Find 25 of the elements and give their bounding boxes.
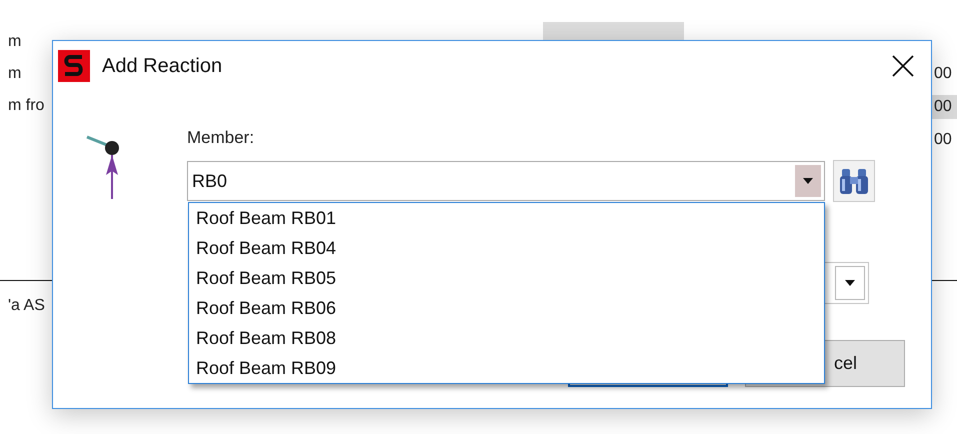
dropdown-option[interactable]: Roof Beam RB04 [189,233,824,263]
dialog-title: Add Reaction [102,54,224,78]
member-input[interactable]: RB0 [192,170,795,192]
dropdown-button[interactable] [835,266,865,300]
search-button[interactable] [833,160,875,202]
caret-icon [803,178,813,184]
background-text: 00 [933,64,953,84]
background-text: 'a AS [8,296,45,316]
background-text: 00 [933,130,953,150]
dropdown-option[interactable]: Roof Beam RB01 [189,203,824,233]
dropdown-option[interactable]: Roof Beam RB09 [189,353,824,383]
dropdown-option[interactable]: Roof Beam RB05 [189,263,824,293]
binoculars-icon [839,167,869,195]
member-label: Member: [187,128,254,148]
caret-icon [845,280,855,286]
close-icon [892,55,914,77]
dropdown-button[interactable] [795,165,821,197]
dropdown-option[interactable]: Roof Beam RB08 [189,323,824,353]
dropdown-option[interactable]: Roof Beam RB06 [189,293,824,323]
background-text: m [8,64,22,84]
background-text: m fro [8,96,45,116]
app-logo-icon [58,50,90,82]
background-text: m [8,32,22,52]
background-text: 00 [930,95,957,119]
member-combo-box[interactable]: RB0 [187,161,825,201]
